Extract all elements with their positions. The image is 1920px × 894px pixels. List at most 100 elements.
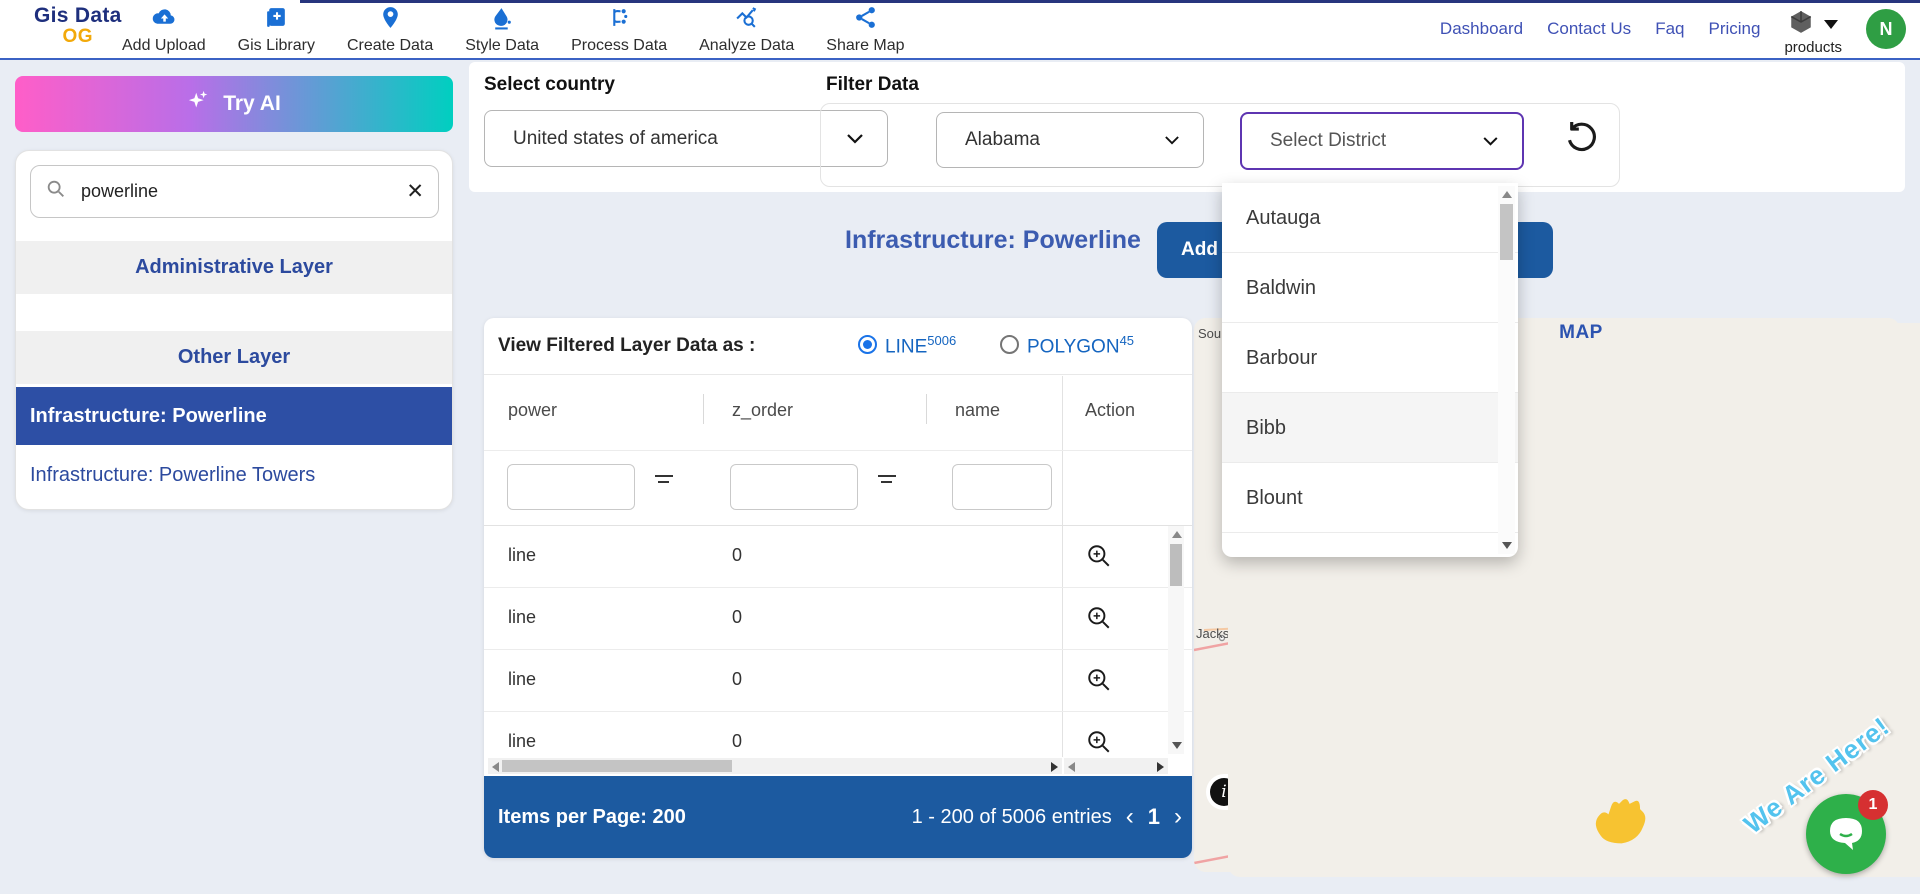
nav-item-analyze-data[interactable]: Analyze Data (699, 5, 794, 55)
cell-power: line (508, 731, 537, 751)
state-select[interactable]: Alabama (936, 112, 1204, 168)
view-as-row: View Filtered Layer Data as : LINE5006 P… (484, 318, 1192, 375)
next-page-icon[interactable]: › (1174, 805, 1182, 829)
scroll-down-icon[interactable] (1502, 542, 1512, 549)
scroll-left-icon[interactable] (1068, 762, 1075, 772)
link-dashboard[interactable]: Dashboard (1440, 19, 1523, 39)
analyze-chart-icon (734, 5, 759, 35)
cube-icon (1788, 9, 1814, 40)
z-order-filter-input[interactable] (730, 464, 858, 510)
nav-item-label: Gis Library (237, 37, 315, 54)
cell-z-order: 0 (732, 669, 743, 689)
products-menu[interactable]: products (1784, 9, 1842, 56)
nav-menu: Add Upload Gis Library Create Data Style… (122, 5, 905, 55)
chat-badge: 1 (1858, 790, 1888, 820)
app-root: Gis Data MAP OG Add Upload Gis Library Cr… (0, 0, 1920, 894)
select-country-label: Select country (484, 74, 615, 95)
col-power: power (508, 400, 558, 420)
radio-polygon[interactable]: POLYGON45 (1000, 333, 1134, 358)
scroll-up-icon[interactable] (1172, 531, 1182, 538)
district-option[interactable]: Bibb (1222, 393, 1518, 463)
scroll-right-icon[interactable] (1051, 762, 1058, 772)
nav-item-label: Style Data (465, 37, 540, 54)
district-dropdown: Autauga Baldwin Barbour Bibb Blount (1222, 183, 1518, 557)
nav-item-label: Create Data (346, 37, 434, 54)
navbar: Gis Data MAP OG Add Upload Gis Library Cr… (0, 0, 1920, 877)
table-row: line 0 (484, 650, 1192, 712)
zoom-in-icon[interactable] (1086, 543, 1112, 569)
layer-item-powerline-towers[interactable]: Infrastructure: Powerline Towers (16, 446, 452, 504)
district-option[interactable]: Autauga (1222, 183, 1518, 253)
radio-selected-icon (858, 335, 877, 355)
table-row: line 0 (484, 526, 1192, 588)
district-select[interactable]: Select District (1240, 112, 1524, 170)
items-per-page: Items per Page: 200 (498, 805, 686, 828)
avatar[interactable]: N (1866, 9, 1906, 49)
prev-page-icon[interactable]: ‹ (1126, 805, 1134, 829)
chevron-down-icon (1165, 129, 1179, 151)
layer-panel: ✕ Administrative Layer Other Layer Infra… (15, 150, 453, 510)
logo-line1: Gis Data (34, 4, 122, 27)
map-city-label: Sou (1198, 326, 1222, 341)
scroll-thumb[interactable] (502, 760, 732, 772)
cell-power: line (508, 669, 537, 689)
vertical-scrollbar[interactable] (1168, 526, 1184, 754)
district-option[interactable]: Baldwin (1222, 253, 1518, 323)
try-ai-button[interactable]: Try AI (15, 76, 453, 132)
filter-icon[interactable] (878, 475, 896, 491)
link-contact-us[interactable]: Contact Us (1547, 19, 1631, 39)
district-option[interactable]: Blount (1222, 463, 1518, 533)
search-input[interactable] (79, 180, 395, 203)
horizontal-scrollbar[interactable] (488, 758, 1062, 774)
page-title: Infrastructure: Powerline (845, 226, 1141, 254)
data-table-card: View Filtered Layer Data as : LINE5006 P… (484, 318, 1192, 858)
clear-search-icon[interactable]: ✕ (406, 181, 424, 202)
nav-item-gis-library[interactable]: Gis Library (238, 5, 315, 55)
chat-bubble-icon (1824, 810, 1868, 859)
map-pin-icon (378, 5, 403, 35)
scroll-thumb[interactable] (1500, 204, 1513, 260)
cell-z-order: 0 (732, 731, 743, 751)
cloud-upload-icon (151, 5, 176, 35)
cell-z-order: 0 (732, 607, 743, 627)
entries-range: 1 - 200 of 5006 entries (911, 805, 1112, 828)
link-faq[interactable]: Faq (1655, 19, 1684, 39)
radio-unselected-icon (1000, 335, 1019, 355)
sparkle-icon (187, 89, 211, 119)
nav-item-style-data[interactable]: Style Data (465, 5, 539, 55)
library-icon (264, 5, 289, 35)
logo-line2: MAP OG (34, 27, 1920, 877)
nav-item-share-map[interactable]: Share Map (826, 5, 905, 55)
logo[interactable]: Gis Data MAP OG (34, 4, 1920, 877)
link-pricing[interactable]: Pricing (1708, 19, 1760, 39)
filter-data-label: Filter Data (826, 74, 919, 95)
scroll-right-icon[interactable] (1157, 762, 1164, 772)
scroll-up-icon[interactable] (1502, 191, 1512, 198)
chat-widget-button[interactable]: 1 (1806, 790, 1888, 874)
power-filter-input[interactable] (507, 464, 635, 510)
filter-icon[interactable] (655, 475, 673, 491)
scroll-down-icon[interactable] (1172, 742, 1182, 749)
district-option[interactable]: Barbour (1222, 323, 1518, 393)
zoom-in-icon[interactable] (1086, 605, 1112, 631)
zoom-in-icon[interactable] (1086, 729, 1112, 755)
zoom-in-icon[interactable] (1086, 667, 1112, 693)
scroll-thumb[interactable] (1170, 544, 1182, 586)
nav-item-add-upload[interactable]: Add Upload (122, 5, 206, 55)
scroll-left-icon[interactable] (492, 762, 499, 772)
name-filter-input[interactable] (952, 464, 1052, 510)
refresh-icon[interactable] (1563, 118, 1601, 156)
layer-item-powerline[interactable]: Infrastructure: Powerline (16, 387, 452, 445)
layer-search: ✕ (30, 165, 439, 218)
filter-row (484, 450, 1192, 526)
section-other-layer: Other Layer (16, 331, 452, 384)
current-page[interactable]: 1 (1148, 804, 1160, 830)
action-horizontal-scrollbar[interactable] (1064, 758, 1168, 774)
chevron-down-icon (1824, 19, 1839, 29)
dropdown-scrollbar[interactable] (1498, 186, 1515, 554)
nav-item-create-data[interactable]: Create Data (347, 5, 433, 55)
waving-hand-icon (1588, 796, 1650, 851)
nav-item-process-data[interactable]: Process Data (571, 5, 667, 55)
radio-line[interactable]: LINE5006 (858, 333, 956, 358)
cell-power: line (508, 607, 537, 627)
